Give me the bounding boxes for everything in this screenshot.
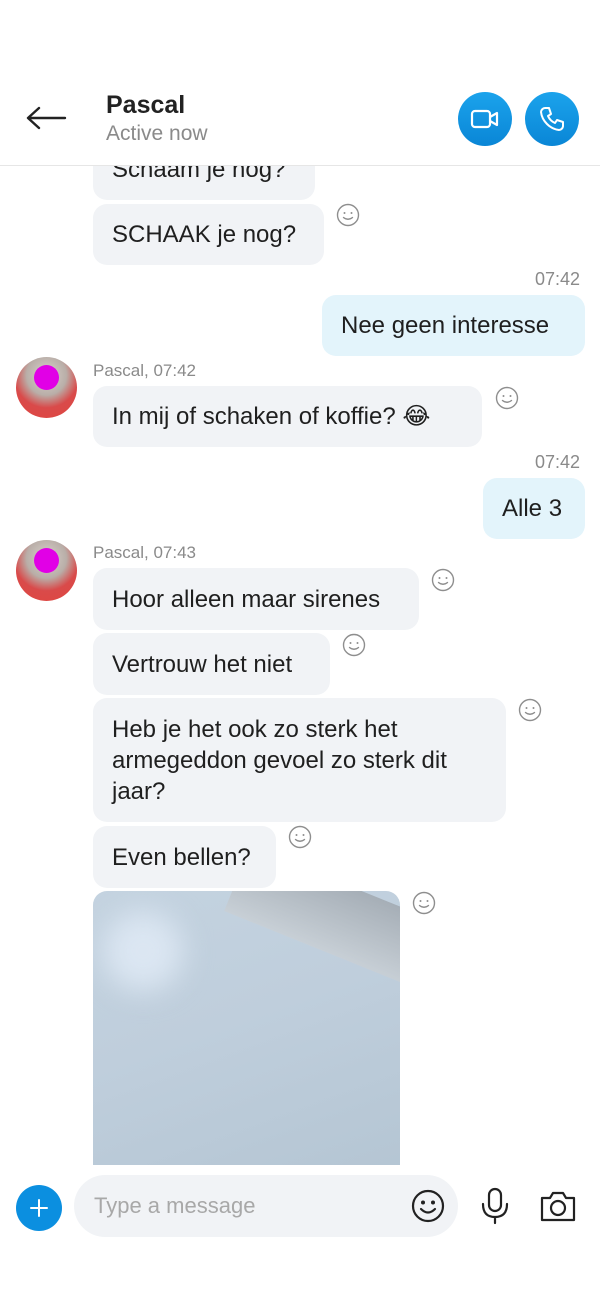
sender-line: Pascal, 07:42 [93, 361, 197, 380]
message-text: Hoor alleen maar sirenes [112, 585, 381, 613]
reaction-smiley-icon[interactable] [518, 698, 542, 722]
message-text: Vertrouw het niet [112, 650, 293, 678]
contact-status: Active now [106, 122, 208, 145]
arrow-left-icon [26, 106, 67, 130]
message-list[interactable]: Schaam je nog? SCHAAK je nog? 07:42 Nee … [0, 166, 600, 1165]
avatar[interactable] [16, 540, 77, 601]
video-call-button[interactable] [458, 92, 512, 146]
reaction-smiley-icon[interactable] [495, 386, 519, 410]
message-text: Heb je het ook zo sterk het armegeddon g… [112, 716, 447, 805]
message-bubble[interactable]: Hoor alleen maar sirenes [93, 568, 419, 630]
message-text: Nee geen interesse [341, 312, 550, 339]
message-text: Schaam je nog? [112, 166, 286, 183]
avatar[interactable] [16, 357, 77, 418]
message-text: SCHAAK je nog? [112, 221, 297, 248]
reaction-smiley-icon[interactable] [431, 568, 455, 592]
message-text: Even bellen? [112, 843, 251, 871]
message-bubble[interactable]: In mij of schaken of koffie? 😂 [93, 386, 482, 447]
message-text: In mij of schaken of koffie? 😂 [112, 403, 431, 430]
message-composer [0, 1165, 600, 1299]
message-text: Alle 3 [502, 495, 563, 522]
audio-call-button[interactable] [525, 92, 579, 146]
microphone-icon[interactable] [478, 1187, 512, 1225]
image-message[interactable] [93, 891, 400, 1165]
message-bubble[interactable]: SCHAAK je nog? [93, 204, 324, 265]
phone-icon [540, 107, 564, 131]
add-button[interactable] [16, 1185, 62, 1231]
reaction-smiley-icon[interactable] [336, 203, 360, 227]
message-timestamp: 07:42 [534, 452, 580, 472]
video-camera-icon [470, 109, 499, 129]
message-bubble[interactable]: Nee geen interesse [322, 295, 585, 356]
plus-icon [30, 1199, 48, 1217]
reaction-smiley-icon[interactable] [288, 825, 312, 849]
message-bubble[interactable]: Vertrouw het niet [93, 633, 330, 695]
reaction-smiley-icon[interactable] [412, 891, 436, 915]
message-bubble[interactable]: Schaam je nog? [93, 166, 315, 200]
message-timestamp: 07:42 [534, 269, 580, 289]
camera-icon[interactable] [539, 1189, 577, 1223]
smiley-icon[interactable] [411, 1189, 445, 1223]
reaction-smiley-icon[interactable] [342, 633, 366, 657]
message-bubble[interactable]: Even bellen? [93, 826, 276, 888]
message-bubble[interactable]: Alle 3 [483, 478, 585, 539]
chat-header: Pascal Active now [0, 0, 600, 166]
message-input[interactable] [74, 1175, 458, 1237]
sender-line: Pascal, 07:43 [93, 543, 197, 562]
message-bubble[interactable]: Heb je het ook zo sterk het armegeddon g… [93, 698, 506, 822]
back-button[interactable] [22, 98, 70, 138]
contact-name[interactable]: Pascal [106, 91, 185, 120]
